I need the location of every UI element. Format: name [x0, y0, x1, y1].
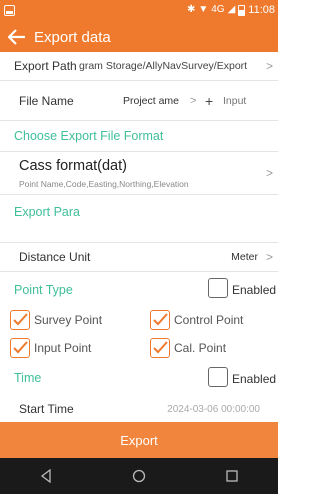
status-time: 11:08 [248, 4, 275, 16]
status-icons: ✱ ▼ 4G ◢ 11:08 [187, 4, 275, 16]
bluetooth-icon: ✱ [186, 4, 196, 15]
back-nav-icon[interactable] [39, 469, 53, 483]
export-path-label: Export Path [14, 59, 77, 73]
export-path-value: gram Storage/AllyNavSurvey/Export [79, 60, 248, 72]
battery-icon [238, 4, 246, 16]
back-button[interactable] [0, 22, 34, 52]
file-name-label: File Name [19, 93, 74, 108]
export-para-title: Export Para [14, 205, 81, 219]
back-arrow-icon [8, 29, 25, 45]
signal-icon: ◢ [227, 4, 236, 15]
app-bar: Export data [0, 22, 278, 52]
home-nav-icon[interactable] [132, 469, 146, 483]
file-name-value[interactable]: Project ame [123, 95, 179, 107]
distance-unit-value: Meter [231, 251, 258, 263]
notification-icon [4, 5, 15, 16]
checkbox-checked-icon [10, 338, 30, 358]
survey-point-label: Survey Point [34, 313, 103, 327]
chevron-right-icon: > [190, 94, 197, 107]
start-time-value: 2024-03-06 00:00:00 [167, 403, 260, 415]
checkbox-checked-icon [150, 338, 170, 358]
point-type-enabled-label: Enabled [232, 283, 277, 297]
export-path-row[interactable]: Export Path gram Storage/AllyNavSurvey/E… [0, 52, 278, 81]
checkbox-checked-icon [10, 310, 30, 330]
plus-icon[interactable]: + [205, 93, 213, 109]
cal-point-label: Cal. Point [174, 341, 227, 355]
chevron-right-icon: > [265, 59, 273, 73]
page-title: Export data [34, 28, 111, 46]
status-bar: ✱ ▼ 4G ◢ 11:08 [0, 0, 278, 22]
start-time-label: Start Time [19, 402, 74, 416]
format-name: Cass format(dat) [19, 158, 127, 174]
file-name-input[interactable] [223, 94, 275, 107]
start-time-row[interactable]: Start Time 2024-03-06 00:00:00 [0, 394, 278, 424]
input-point-label: Input Point [34, 341, 92, 355]
cal-point-checkbox[interactable]: Cal. Point [150, 338, 226, 358]
time-enabled-label: Enabled [232, 372, 277, 386]
wifi-icon: ▼ [198, 4, 209, 15]
distance-unit-label: Distance Unit [19, 250, 91, 264]
chevron-right-icon: > [265, 250, 273, 264]
format-row[interactable]: Cass format(dat) Point Name,Code,Easting… [0, 151, 278, 195]
survey-point-checkbox[interactable]: Survey Point [10, 310, 102, 330]
distance-unit-row[interactable]: Distance Unit Meter > [0, 242, 278, 272]
control-point-checkbox[interactable]: Control Point [150, 310, 243, 330]
time-enabled-checkbox[interactable] [208, 367, 228, 387]
format-section-title: Choose Export File Format [14, 129, 164, 143]
point-type-enabled-checkbox[interactable] [208, 278, 228, 298]
export-button[interactable]: Export [0, 422, 278, 458]
checkbox-checked-icon [150, 310, 170, 330]
chevron-right-icon: > [265, 166, 273, 180]
recents-nav-icon[interactable] [225, 469, 239, 483]
format-fields: Point Name,Code,Easting,Northing,Elevati… [19, 179, 189, 189]
navigation-bar [0, 458, 278, 494]
file-name-row: File Name Project ame > + [0, 81, 278, 121]
input-point-checkbox[interactable]: Input Point [10, 338, 91, 358]
control-point-label: Control Point [174, 313, 244, 327]
network-type: 4G [211, 4, 225, 15]
